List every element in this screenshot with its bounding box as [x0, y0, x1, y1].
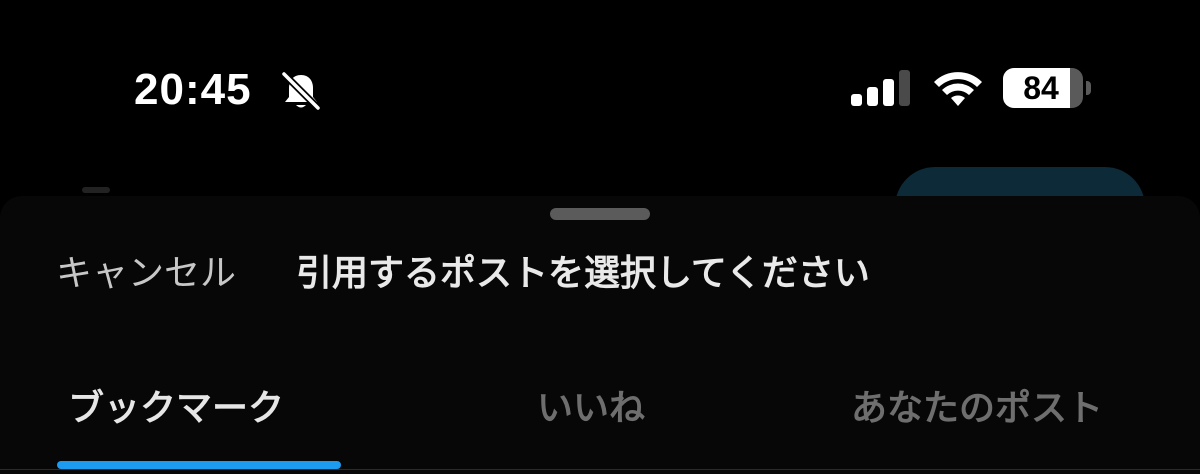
- tabs-divider: [0, 469, 1200, 470]
- cellular-signal-icon: [851, 70, 910, 106]
- cancel-button[interactable]: キャンセル: [56, 246, 236, 302]
- tab-bookmarks[interactable]: ブックマーク: [68, 382, 284, 436]
- status-time: 20:45: [134, 65, 252, 114]
- battery-cap: [1086, 81, 1091, 95]
- quote-post-sheet: キャンセル 引用するポストを選択してください ブックマーク いいね あなたのポス…: [0, 196, 1200, 474]
- active-tab-indicator: [57, 461, 341, 469]
- battery-body: 84: [1003, 68, 1083, 108]
- wifi-icon: [934, 72, 982, 106]
- background-content: [82, 187, 110, 193]
- battery-level: 84: [1023, 70, 1059, 106]
- sheet-grabber[interactable]: [550, 208, 650, 220]
- status-bar: 20:45 84: [0, 0, 1200, 180]
- battery-icon: 84: [1003, 68, 1093, 108]
- sheet-title: 引用するポストを選択してください: [296, 253, 870, 294]
- tab-likes[interactable]: いいね: [537, 382, 645, 436]
- bell-slash-icon: [280, 70, 322, 112]
- tab-your-posts[interactable]: あなたのポスト: [851, 382, 1103, 436]
